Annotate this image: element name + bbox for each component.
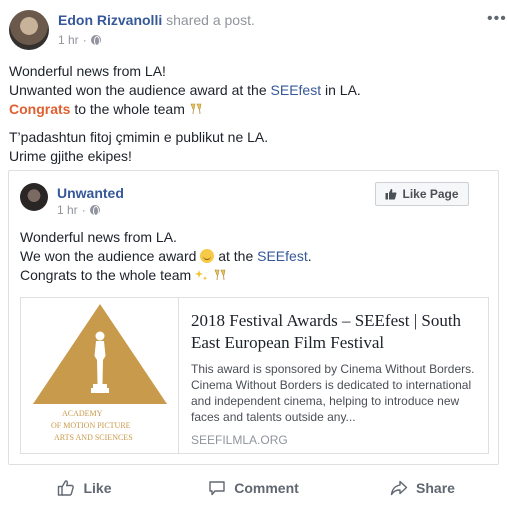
champagne-emoji-icon bbox=[190, 103, 202, 115]
academy-logo: ACADEMY OF MOTION PICTURE ARTS AND SCIEN… bbox=[33, 304, 167, 442]
post-time[interactable]: 1 hr bbox=[58, 33, 79, 47]
like-button[interactable]: Like bbox=[0, 472, 169, 504]
post-line-3: Congrats to the whole team bbox=[9, 100, 489, 119]
shared-original-post: Unwanted 1 hr · Like Page Wonderful news… bbox=[8, 170, 499, 465]
post-text: Wonderful news from LA! Unwanted won the… bbox=[9, 62, 489, 166]
shared-line-2: We won the audience award at the SEEfest… bbox=[20, 248, 312, 264]
post-line-4: T’padashtun fitoj çmimin e publikut ne L… bbox=[9, 129, 269, 145]
page-name[interactable]: Unwanted bbox=[57, 185, 124, 201]
post-line-5: Urime gjithe ekipes! bbox=[9, 148, 132, 164]
globe-icon[interactable] bbox=[90, 35, 101, 46]
preview-description: This award is sponsored by Cinema Withou… bbox=[191, 362, 475, 424]
like-page-button[interactable]: Like Page bbox=[375, 182, 469, 206]
shared-post: Edon Rizvanolli shared a post. 1 hr · ••… bbox=[0, 0, 507, 508]
logo-line-1: ACADEMY bbox=[62, 409, 103, 418]
comment-button[interactable]: Comment bbox=[169, 472, 338, 504]
shared-post-meta: 1 hr · bbox=[57, 203, 100, 217]
like-label: Like bbox=[83, 480, 112, 496]
shared-post-time[interactable]: 1 hr bbox=[57, 203, 78, 217]
champagne-emoji-icon bbox=[214, 269, 226, 281]
shared-seefest-link[interactable]: SEEfest bbox=[257, 248, 308, 264]
post-line-2: Unwanted won the audience award at the S… bbox=[9, 82, 361, 98]
shared-post-text: Wonderful news from LA. We won the audie… bbox=[20, 228, 312, 285]
shared-line-3: Congrats to the whole team bbox=[20, 266, 312, 285]
preview-domain: SEEFILMLA.ORG bbox=[191, 433, 288, 447]
author-name[interactable]: Edon Rizvanolli bbox=[58, 12, 162, 28]
link-preview-card[interactable]: ACADEMY OF MOTION PICTURE ARTS AND SCIEN… bbox=[20, 297, 489, 454]
page-avatar[interactable] bbox=[20, 183, 48, 211]
thumbs-up-icon bbox=[58, 480, 75, 496]
thumbs-up-icon bbox=[385, 188, 397, 200]
smile-emoji-icon bbox=[200, 249, 215, 263]
share-icon bbox=[390, 480, 408, 496]
share-label: Share bbox=[416, 480, 455, 496]
globe-icon[interactable] bbox=[89, 205, 100, 216]
preview-body: 2018 Festival Awards – SEEfest | South E… bbox=[191, 310, 481, 447]
like-page-label: Like Page bbox=[402, 187, 459, 201]
shared-line-1: Wonderful news from LA. bbox=[20, 229, 177, 245]
more-options-icon[interactable]: ••• bbox=[487, 10, 507, 28]
author-avatar[interactable] bbox=[9, 10, 49, 50]
logo-line-3: ARTS AND SCIENCES bbox=[54, 433, 133, 442]
logo-line-2: OF MOTION PICTURE bbox=[51, 421, 131, 430]
congrats-text: Congrats bbox=[9, 101, 71, 117]
preview-title[interactable]: 2018 Festival Awards – SEEfest | South E… bbox=[191, 310, 481, 354]
comment-icon bbox=[209, 481, 225, 496]
action-bar: Like Comment Share bbox=[0, 472, 507, 504]
preview-image[interactable]: ACADEMY OF MOTION PICTURE ARTS AND SCIEN… bbox=[21, 298, 179, 453]
meta-dot: · bbox=[82, 33, 87, 47]
shared-meta-dot: · bbox=[81, 203, 86, 217]
shared-text: shared a post. bbox=[166, 12, 255, 28]
post-meta: 1 hr · bbox=[58, 33, 101, 47]
sparkles-emoji-icon bbox=[195, 270, 208, 281]
post-line-1: Wonderful news from LA! bbox=[9, 63, 166, 79]
share-button[interactable]: Share bbox=[338, 472, 507, 504]
author-line: Edon Rizvanolli shared a post. bbox=[58, 12, 255, 28]
seefest-link[interactable]: SEEfest bbox=[271, 82, 322, 98]
comment-label: Comment bbox=[234, 480, 299, 496]
